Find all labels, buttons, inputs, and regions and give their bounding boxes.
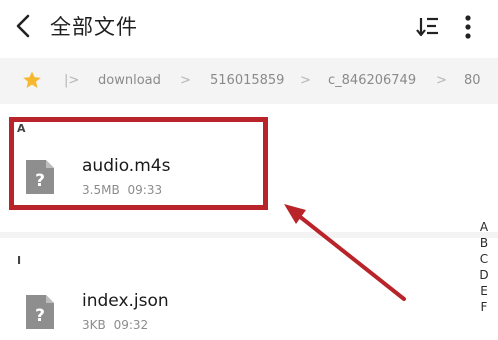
alphabet-index-f[interactable]: F — [476, 299, 492, 315]
alphabet-index-b[interactable]: B — [476, 235, 492, 251]
annotation-highlight-box — [9, 117, 268, 210]
file-manager-screen: 全部文件 |> download > 516015859 > c_8462067… — [0, 0, 498, 340]
more-vertical-icon — [465, 15, 471, 39]
chevron-left-icon — [16, 14, 30, 38]
favorite-button[interactable] — [22, 70, 42, 90]
page-title: 全部文件 — [50, 15, 138, 39]
unknown-file-icon: ? — [26, 295, 54, 329]
breadcrumb-separator: |> — [64, 73, 80, 88]
alphabet-index-d[interactable]: D — [476, 267, 492, 283]
top-app-bar: 全部文件 — [0, 0, 498, 54]
more-options-button[interactable] — [456, 12, 480, 42]
alphabet-index-a[interactable]: A — [476, 219, 492, 235]
file-name: index.json — [82, 291, 169, 311]
alphabet-index: A B C D E F — [476, 219, 492, 315]
star-icon — [23, 71, 41, 88]
file-size: 3KB — [82, 318, 106, 332]
breadcrumb-separator: > — [180, 73, 191, 88]
back-button[interactable] — [8, 10, 40, 42]
alphabet-index-c[interactable]: C — [476, 251, 492, 267]
file-row-index-json[interactable]: ? index.json 3KB 09:32 — [0, 287, 470, 340]
section-header-i: I — [17, 254, 22, 267]
breadcrumb-item-80[interactable]: 80 — [464, 72, 481, 90]
breadcrumb-item-download[interactable]: download — [98, 72, 161, 90]
svg-text:?: ? — [35, 306, 45, 326]
alphabet-index-e[interactable]: E — [476, 283, 492, 299]
breadcrumb: |> download > 516015859 > c_846206749 > … — [0, 58, 498, 104]
breadcrumb-item-516015859[interactable]: 516015859 — [210, 72, 284, 90]
file-time: 09:32 — [113, 318, 149, 332]
breadcrumb-item-c-846206749[interactable]: c_846206749 — [328, 72, 416, 90]
file-meta: 3KB 09:32 — [82, 318, 148, 332]
sort-icon — [416, 17, 438, 37]
breadcrumb-separator: > — [436, 73, 447, 88]
breadcrumb-separator: > — [300, 73, 311, 88]
sort-button[interactable] — [414, 12, 444, 42]
section-divider — [0, 232, 498, 238]
